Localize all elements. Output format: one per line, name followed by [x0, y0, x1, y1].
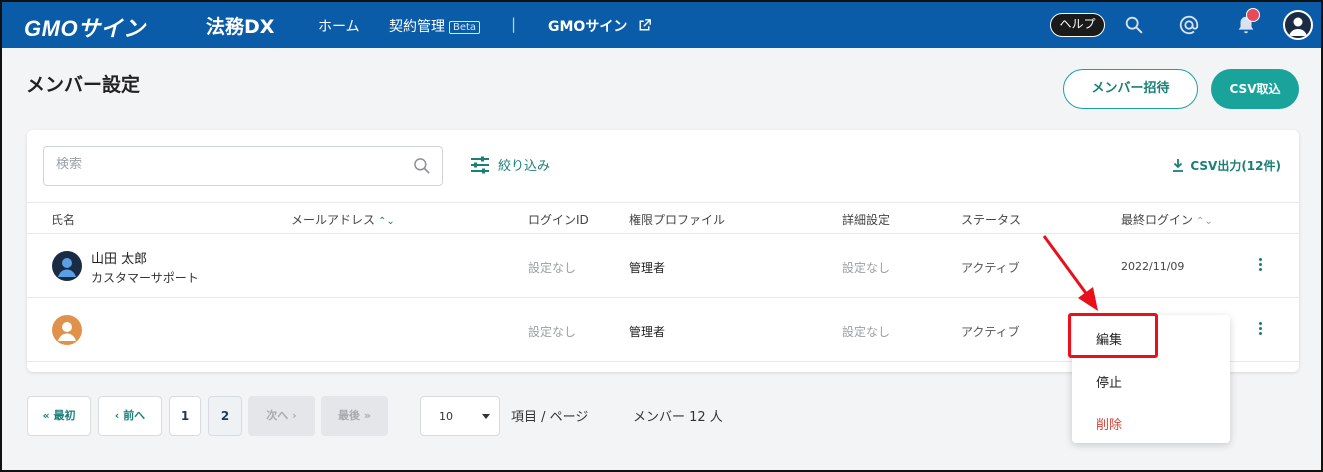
sort-icon[interactable]: ⌃⌄ — [378, 216, 395, 227]
filter-button[interactable]: 絞り込み — [470, 155, 550, 174]
member-status: アクティブ — [961, 325, 1020, 339]
search-icon[interactable] — [412, 156, 432, 176]
search-field[interactable] — [43, 146, 443, 186]
top-navigation-bar: GMOサイン 法務DX ホーム 契約管理 Beta | GMOサイン ヘルプ — [2, 2, 1321, 48]
prev-page-button[interactable]: ‹ 前へ — [98, 396, 162, 436]
page-1-button[interactable]: 1 — [169, 396, 201, 436]
page-2-button[interactable]: 2 — [208, 396, 242, 436]
caret-down-icon — [482, 414, 490, 419]
per-page-value: 10 — [439, 410, 453, 423]
column-header-name: 氏名 — [51, 213, 76, 227]
member-login-id: 設定なし — [528, 325, 577, 339]
nav-separator: | — [511, 15, 517, 33]
product-name: 法務DX — [206, 16, 275, 38]
nav-gmo-sign-label: GMOサイン — [548, 19, 628, 35]
menu-item-suspend[interactable]: 停止 — [1096, 372, 1122, 391]
first-page-label: 最初 — [53, 409, 76, 422]
table-row[interactable]: 山田 太郎 カスタマーサポート 設定なし 管理者 設定なし アクティブ 2022… — [27, 234, 1299, 298]
first-page-button[interactable]: « 最初 — [27, 396, 91, 436]
chevron-right-icon: › — [292, 409, 297, 422]
double-chevron-right-icon: » — [363, 409, 371, 422]
avatar — [52, 315, 82, 345]
member-status: アクティブ — [961, 261, 1020, 275]
highlight-box — [1068, 313, 1158, 358]
external-link-icon — [639, 19, 652, 31]
member-count: メンバー 12 人 — [633, 410, 723, 425]
menu-item-delete[interactable]: 削除 — [1096, 414, 1122, 433]
notification-dot — [1246, 8, 1260, 22]
beta-badge: Beta — [449, 21, 481, 34]
nav-gmo-sign[interactable]: GMOサイン — [548, 16, 653, 36]
member-detail: 設定なし — [842, 325, 891, 339]
filter-sliders-icon — [471, 156, 489, 174]
row-actions-kebab-icon[interactable] — [1255, 320, 1265, 340]
member-name: 山田 太郎 — [91, 252, 148, 267]
table-header: 氏名 メールアドレス ⌃⌄ ログインID 権限プロファイル 詳細設定 ステータス … — [27, 202, 1299, 234]
brand-logo[interactable]: GMOサイン — [24, 11, 146, 43]
column-header-status: ステータス — [961, 213, 1022, 227]
help-button[interactable]: ヘルプ — [1050, 13, 1105, 37]
column-header-email[interactable]: メールアドレス ⌃⌄ — [291, 211, 395, 228]
nav-home[interactable]: ホーム — [318, 16, 360, 36]
nav-home-label: ホーム — [318, 19, 360, 35]
search-icon[interactable] — [1123, 14, 1145, 36]
member-detail: 設定なし — [842, 261, 891, 275]
annotation-arrow-icon — [1042, 235, 1098, 311]
column-header-detail: 詳細設定 — [842, 213, 891, 227]
column-header-login-id: ログインID — [528, 213, 589, 227]
search-input[interactable] — [56, 157, 396, 172]
page-title: メンバー設定 — [26, 74, 141, 96]
csv-export-label: CSV出力(12件) — [1190, 159, 1281, 173]
next-page-label: 次へ — [266, 409, 289, 422]
prev-page-label: 前へ — [123, 409, 146, 422]
at-icon[interactable] — [1178, 14, 1200, 36]
filter-label: 絞り込み — [498, 159, 551, 174]
user-avatar-icon[interactable] — [1283, 10, 1313, 40]
per-page-label: 項目 / ページ — [511, 410, 589, 425]
last-page-label: 最後 — [338, 409, 361, 422]
per-page-select[interactable]: 10 — [420, 396, 500, 436]
avatar — [52, 251, 82, 281]
nav-contract-label: 契約管理 — [389, 19, 445, 35]
member-department: カスタマーサポート — [91, 271, 199, 285]
member-profile: 管理者 — [629, 261, 666, 275]
member-last-login: 2022/11/09 — [1121, 260, 1185, 273]
row-actions-kebab-icon[interactable] — [1255, 256, 1265, 276]
member-profile: 管理者 — [629, 325, 666, 339]
download-icon — [1173, 159, 1184, 172]
csv-export-button[interactable]: CSV出力(12件) — [1172, 157, 1281, 174]
column-header-last-login-label: 最終ログイン — [1121, 213, 1194, 227]
double-chevron-left-icon: « — [42, 409, 50, 422]
nav-contract-management[interactable]: 契約管理 Beta — [389, 16, 481, 36]
column-header-last-login[interactable]: 最終ログイン ⌃⌄ — [1121, 211, 1213, 228]
member-login-id: 設定なし — [528, 261, 577, 275]
next-page-button[interactable]: 次へ › — [248, 396, 315, 436]
column-header-email-label: メールアドレス — [291, 213, 376, 227]
invite-member-button[interactable]: メンバー招待 — [1063, 69, 1198, 109]
chevron-left-icon: ‹ — [114, 409, 120, 422]
csv-import-button[interactable]: CSV取込 — [1211, 69, 1299, 109]
last-page-button[interactable]: 最後 » — [321, 396, 388, 436]
column-header-profile: 権限プロファイル — [629, 213, 726, 227]
sort-icon[interactable]: ⌃⌄ — [1196, 216, 1213, 227]
